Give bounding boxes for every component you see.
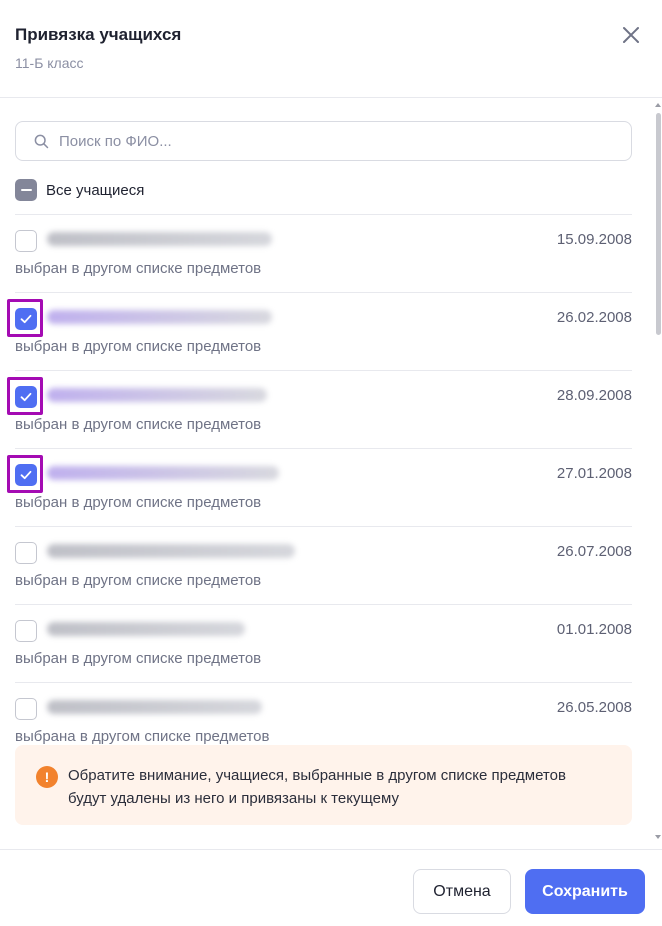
student-note: выбрана в другом списке предметов bbox=[15, 728, 270, 745]
search-icon bbox=[34, 134, 49, 148]
student-checkbox[interactable] bbox=[15, 464, 37, 486]
check-icon bbox=[20, 470, 32, 480]
student-checkbox[interactable] bbox=[15, 620, 37, 642]
modal-title: Привязка учащихся bbox=[15, 25, 182, 44]
select-all-label: Все учащиеся bbox=[46, 181, 145, 199]
student-name-redacted bbox=[47, 700, 262, 714]
cancel-button[interactable]: Отмена bbox=[413, 869, 511, 914]
student-list: 15.09.2008 выбран в другом списке предме… bbox=[7, 214, 632, 760]
student-name-redacted bbox=[47, 544, 295, 558]
modal-footer: Отмена Сохранить bbox=[0, 849, 662, 926]
scrollbar-thumb[interactable] bbox=[656, 113, 661, 335]
scroll-up-icon[interactable] bbox=[655, 103, 661, 107]
student-row: 28.09.2008 выбран в другом списке предме… bbox=[7, 370, 632, 448]
student-checkbox[interactable] bbox=[15, 386, 37, 408]
student-name-redacted bbox=[47, 388, 267, 402]
check-icon bbox=[20, 392, 32, 402]
student-name-redacted bbox=[47, 622, 245, 636]
birth-date: 26.05.2008 bbox=[556, 699, 632, 716]
student-note: выбран в другом списке предметов bbox=[15, 338, 262, 355]
student-note: выбран в другом списке предметов bbox=[15, 416, 262, 433]
save-button[interactable]: Сохранить bbox=[525, 869, 645, 914]
student-note: выбран в другом списке предметов bbox=[15, 494, 262, 511]
select-all-checkbox[interactable] bbox=[15, 179, 37, 201]
close-icon bbox=[623, 27, 639, 43]
student-note: выбран в другом списке предметов bbox=[15, 260, 262, 277]
student-name-redacted bbox=[47, 232, 272, 246]
scroll-down-icon[interactable] bbox=[655, 835, 661, 839]
student-row: 15.09.2008 выбран в другом списке предме… bbox=[15, 214, 632, 292]
student-note: выбран в другом списке предметов bbox=[15, 572, 262, 589]
birth-date: 26.07.2008 bbox=[556, 543, 632, 560]
warning-text: Обратите внимание, учащиеся, выбранные в… bbox=[68, 767, 566, 807]
student-row: 01.01.2008 выбран в другом списке предме… bbox=[15, 604, 632, 682]
close-button[interactable] bbox=[618, 22, 644, 48]
search-input[interactable] bbox=[59, 132, 599, 150]
student-name-redacted bbox=[47, 310, 272, 324]
birth-date: 27.01.2008 bbox=[556, 465, 632, 482]
student-checkbox[interactable] bbox=[15, 698, 37, 720]
scrollbar[interactable] bbox=[654, 99, 662, 849]
search-field[interactable] bbox=[15, 121, 632, 161]
birth-date: 26.02.2008 bbox=[556, 309, 632, 326]
student-name-redacted bbox=[47, 466, 279, 480]
student-checkbox[interactable] bbox=[15, 542, 37, 564]
modal-body: Все учащиеся 15.09.2008 выбран в другом … bbox=[0, 99, 662, 849]
birth-date: 28.09.2008 bbox=[556, 387, 632, 404]
student-checkbox[interactable] bbox=[15, 308, 37, 330]
check-icon bbox=[20, 314, 32, 324]
modal-subtitle: 11-Б класс bbox=[15, 55, 84, 71]
student-row: 26.02.2008 выбран в другом списке предме… bbox=[7, 292, 632, 370]
exclamation-icon: ! bbox=[36, 766, 58, 788]
birth-date: 15.09.2008 bbox=[556, 231, 632, 248]
student-note: выбран в другом списке предметов bbox=[15, 650, 262, 667]
select-all-row[interactable]: Все учащиеся bbox=[15, 179, 144, 201]
warning-banner: ! Обратите внимание, учащиеся, выбранные… bbox=[15, 745, 632, 825]
student-row: 26.07.2008 выбран в другом списке предме… bbox=[15, 526, 632, 604]
student-checkbox[interactable] bbox=[15, 230, 37, 252]
modal-header: Привязка учащихся 11-Б класс bbox=[0, 0, 662, 98]
birth-date: 01.01.2008 bbox=[556, 621, 632, 638]
student-row: 27.01.2008 выбран в другом списке предме… bbox=[7, 448, 632, 526]
